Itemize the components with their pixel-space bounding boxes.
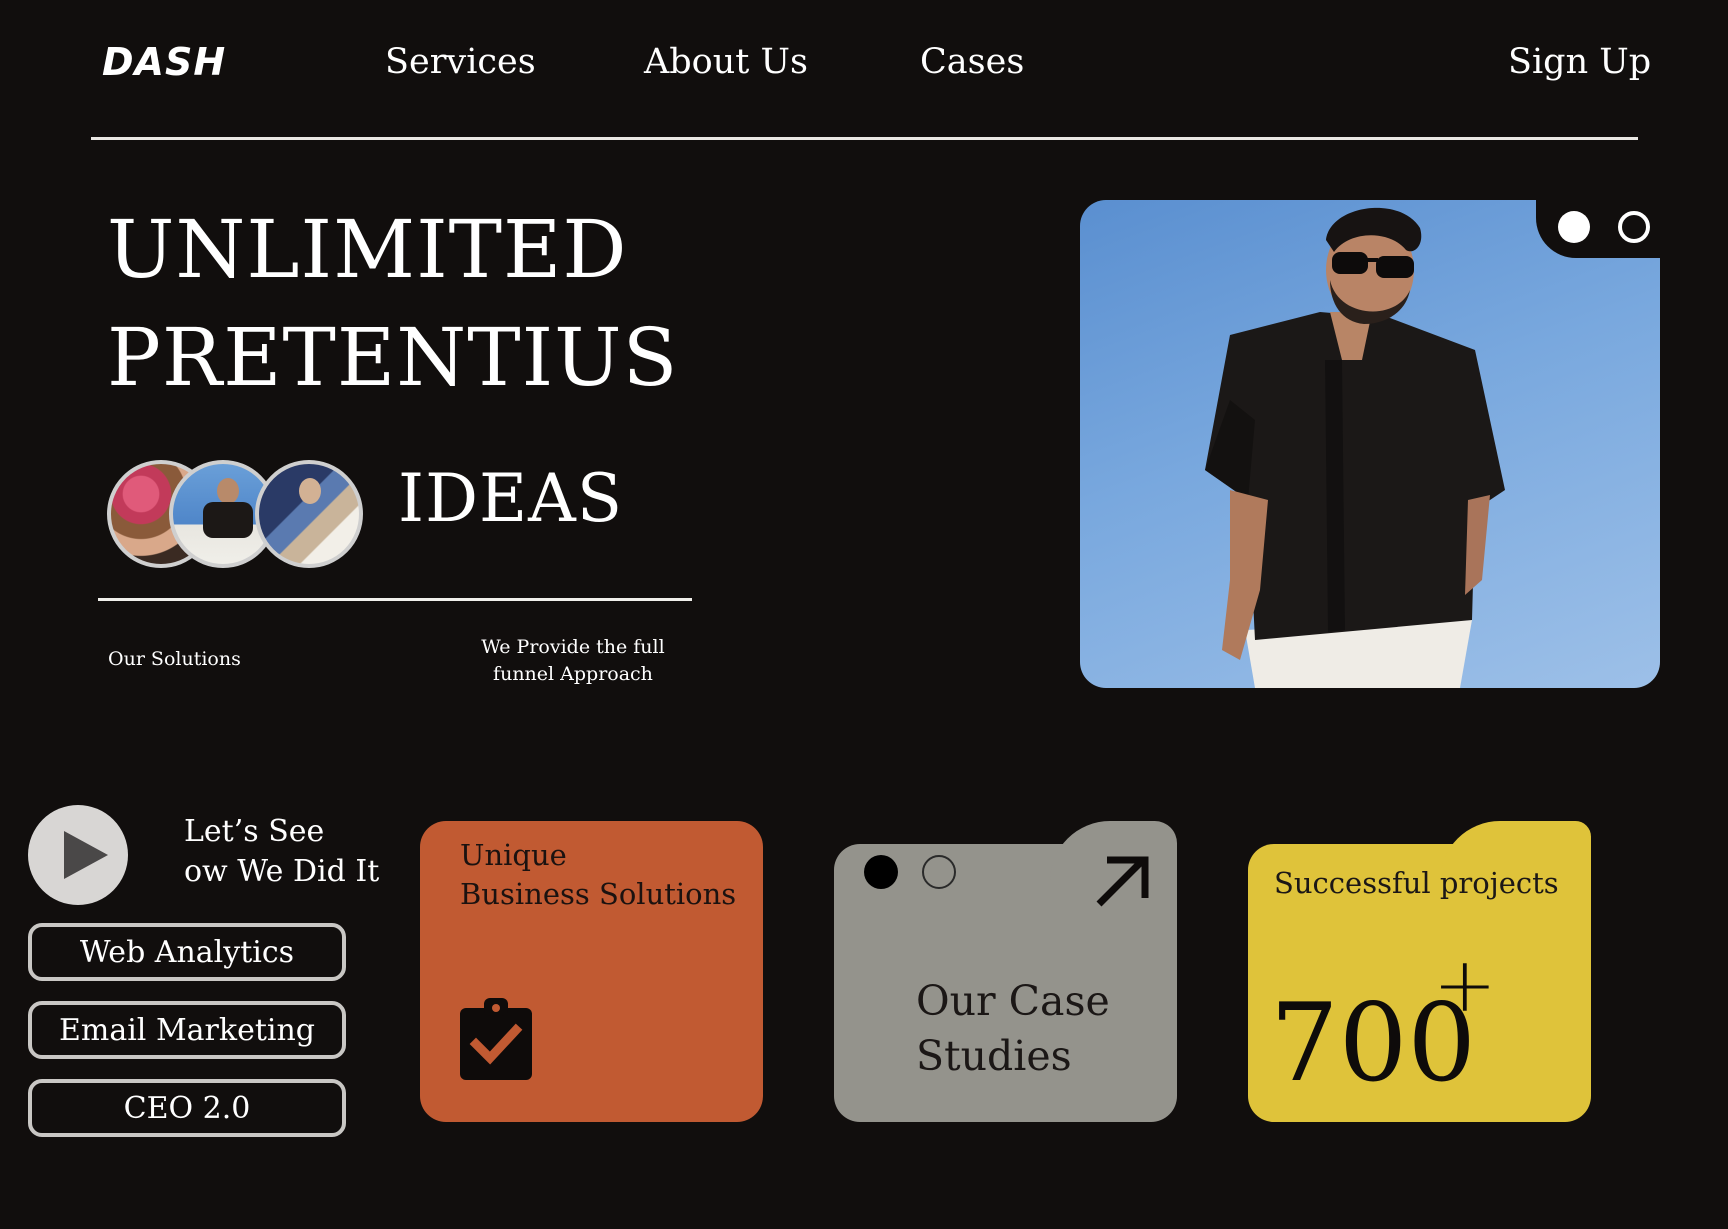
avatar-group [107, 460, 367, 570]
card-dot-active [864, 855, 898, 889]
card-title-line-1: Unique [460, 838, 567, 872]
logo[interactable]: DASH [102, 40, 226, 84]
carousel-dot-active[interactable] [1558, 211, 1590, 243]
hero-image [1080, 200, 1660, 688]
cta-line-2: ow We Did It [184, 853, 380, 889]
arrow-up-right-icon[interactable] [1093, 852, 1153, 910]
person-photo [1205, 207, 1505, 688]
successful-projects-title: Successful projects [1274, 866, 1559, 900]
email-marketing-button[interactable]: Email Marketing [28, 1001, 346, 1059]
ceo-button[interactable]: CEO 2.0 [28, 1079, 346, 1137]
sign-up-link[interactable]: Sign Up [1508, 42, 1651, 82]
clipboard-check-icon [460, 998, 532, 1080]
nav-services-link[interactable]: Services [385, 42, 536, 82]
hero-divider [98, 598, 692, 601]
plus-icon: + [1433, 940, 1497, 1029]
carousel-dot[interactable] [1618, 211, 1650, 243]
watch-video-label: Let’s See ow We Did It [184, 812, 379, 892]
card-title-line-2: Studies [916, 1031, 1072, 1080]
play-icon [64, 831, 108, 879]
card-title-line-2: Business Solutions [460, 876, 737, 911]
card-dot [922, 855, 956, 889]
nav-about-us-link[interactable]: About Us [644, 42, 808, 82]
nav-cases-link[interactable]: Cases [920, 42, 1024, 82]
case-studies-title: Our Case Studies [916, 974, 1110, 1083]
play-button[interactable] [28, 805, 128, 905]
card-title-line-1: Our Case [916, 977, 1110, 1025]
avatar [255, 460, 363, 568]
unique-solutions-title: Unique Business Solutions [460, 836, 736, 913]
funnel-approach-label: We Provide the full funnel Approach [481, 636, 665, 685]
web-analytics-button[interactable]: Web Analytics [28, 923, 346, 981]
our-solutions-label: Our Solutions [108, 648, 241, 670]
cta-line-1: Let’s See [184, 814, 325, 849]
hero-title-line-2: PRETENTIUS [107, 311, 679, 404]
hero-title-line-3: IDEAS [398, 460, 624, 537]
hero-title-line-1: UNLIMITED [107, 203, 628, 296]
nav-divider [91, 137, 1638, 140]
